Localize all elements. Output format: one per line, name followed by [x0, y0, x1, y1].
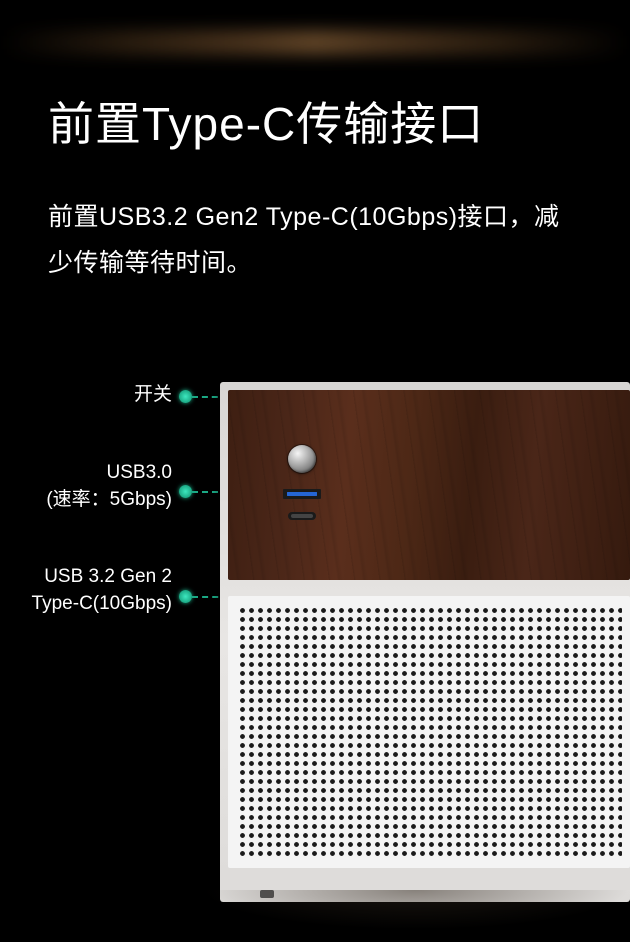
usb-a-port-icon [283, 489, 321, 499]
mesh-panel [228, 596, 630, 868]
label-typec-l1: USB 3.2 Gen 2 [44, 566, 172, 587]
callout-dot [179, 390, 192, 403]
label-typec-l2: Type-C(10Gbps) [32, 593, 172, 614]
callout-dot [179, 590, 192, 603]
device-case [220, 382, 630, 902]
label-power: 开关 [134, 382, 172, 409]
text-content: 前置Type-C传输接口 前置USB3.2 Gen2 Type-C(10Gbps… [0, 0, 630, 287]
label-usb30: USB3.0 (速率：5Gbps) [46, 460, 172, 513]
device-shadow [200, 890, 630, 930]
wood-panel [228, 390, 630, 580]
label-typec: USB 3.2 Gen 2 Type-C(10Gbps) [32, 564, 172, 617]
usb-c-port-icon [288, 512, 316, 520]
power-button-icon [288, 445, 316, 473]
label-power-text: 开关 [134, 384, 172, 405]
description: 前置USB3.2 Gen2 Type-C(10Gbps)接口，减少传输等待时间。 [48, 194, 582, 287]
title: 前置Type-C传输接口 [48, 88, 582, 154]
label-usb30-l1: USB3.0 [107, 462, 172, 483]
mesh-pattern [236, 604, 622, 860]
label-usb30-l2: (速率：5Gbps) [46, 489, 172, 510]
diagram: 开关 USB3.0 (速率：5Gbps) USB 3.2 Gen 2 Type-… [0, 370, 630, 942]
callout-dot [179, 485, 192, 498]
